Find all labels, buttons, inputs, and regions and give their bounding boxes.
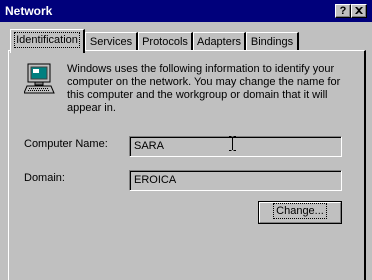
change-button-label: Change...: [273, 203, 327, 219]
tab-services-label: Services: [89, 36, 133, 48]
close-icon: [355, 7, 363, 14]
domain-value: EROICA: [134, 174, 177, 186]
computer-name-value: SARA: [134, 140, 164, 152]
domain-label: Domain:: [24, 172, 65, 184]
tab-adapters[interactable]: Adapters: [193, 32, 246, 51]
change-button-face: Change...: [259, 202, 341, 223]
close-button[interactable]: [351, 4, 367, 18]
window-title: Network: [5, 4, 53, 18]
tab-bindings[interactable]: Bindings: [246, 32, 299, 51]
tab-protocols-label: Protocols: [142, 36, 188, 48]
domain-field[interactable]: EROICA: [129, 170, 342, 191]
tab-strip: Identification Services Protocols Adapte…: [0, 28, 372, 53]
change-button[interactable]: Change...: [258, 201, 342, 224]
tab-bindings-label: Bindings: [250, 36, 294, 48]
computer-name-label: Computer Name:: [24, 138, 108, 150]
help-button[interactable]: ?: [335, 4, 351, 18]
identification-description: Windows uses the following information t…: [67, 63, 341, 114]
text-cursor-icon: [229, 136, 236, 151]
tab-identification-label: Identification: [14, 32, 80, 48]
help-button-label: ?: [339, 5, 347, 17]
title-bar[interactable]: Network ?: [0, 0, 372, 22]
tab-protocols[interactable]: Protocols: [138, 32, 193, 51]
tab-adapters-label: Adapters: [196, 36, 242, 48]
tab-identification[interactable]: Identification: [10, 29, 85, 53]
tab-services[interactable]: Services: [85, 32, 138, 51]
network-computer-icon: [24, 63, 55, 94]
